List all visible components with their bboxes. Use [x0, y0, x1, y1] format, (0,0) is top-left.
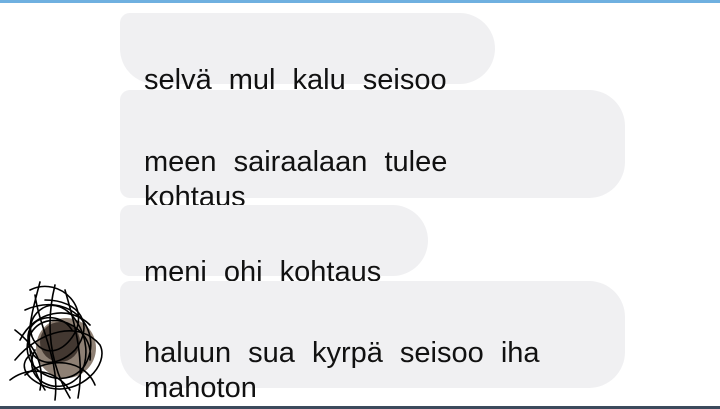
message-text: haluun sua kyrpä seisoo iha mahoton: [144, 337, 540, 404]
message-bubble[interactable]: haluun sua kyrpä seisoo iha mahoton: [120, 281, 625, 404]
message-bubble[interactable]: meni ohi kohtaus: [120, 205, 428, 288]
top-divider: [0, 0, 720, 3]
message-bubble[interactable]: meen sairaalaan tulee kohtaus: [120, 90, 625, 213]
message-text: meen sairaalaan tulee kohtaus: [144, 146, 448, 213]
message-bubble[interactable]: selvä mul kalu seisoo: [120, 13, 495, 96]
scribbled-avatar-icon[interactable]: [0, 270, 112, 405]
